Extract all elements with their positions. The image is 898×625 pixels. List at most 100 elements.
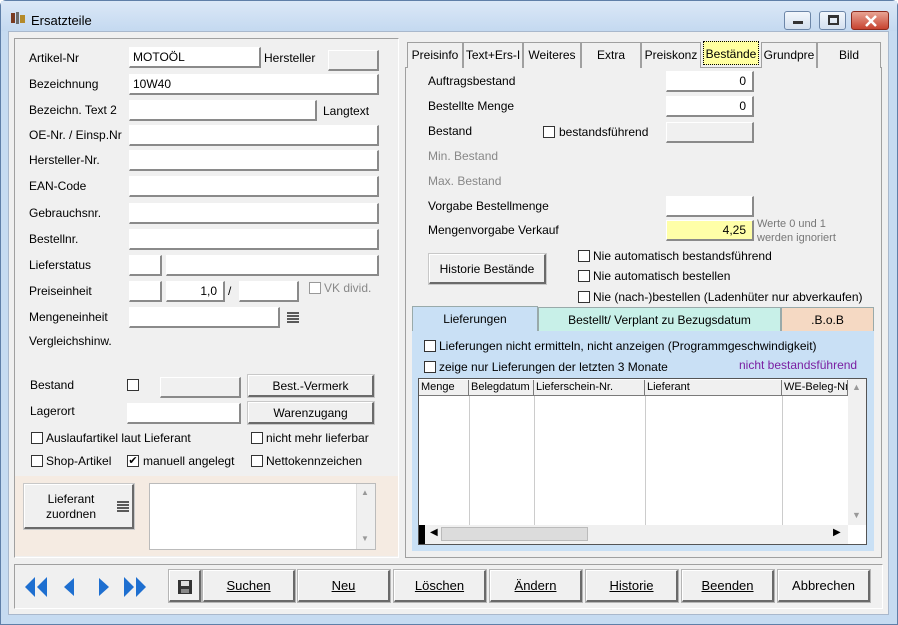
mengenvorgabe-field[interactable]: 4,25 xyxy=(666,220,754,241)
subtab-bestellt[interactable]: Bestellt/ Verplant zu Bezugsdatum xyxy=(538,307,781,331)
best-vermerk-button[interactable]: Best.-Vermerk xyxy=(247,374,375,398)
lieferstatus-text-field[interactable] xyxy=(166,255,379,276)
bestellte-menge-field[interactable]: 0 xyxy=(666,96,754,117)
lagerort-field[interactable] xyxy=(127,403,241,424)
tab-bild[interactable]: Bild xyxy=(817,42,881,68)
tab-text-ers[interactable]: Text+Ers-I xyxy=(463,42,523,68)
col-belegdatum[interactable]: Belegdatum xyxy=(469,380,534,396)
subtab-lieferungen[interactable]: Lieferungen xyxy=(412,306,538,331)
manuell-checkbox[interactable]: ✔ xyxy=(127,455,139,467)
suchen-button[interactable]: Suchen xyxy=(202,569,296,603)
scroll-left-icon[interactable]: ◀ xyxy=(430,527,438,538)
bestand-label: Bestand xyxy=(30,378,75,392)
mengenvorgabe-hint: Werte 0 und 1 werden ignoriert xyxy=(757,217,836,245)
col-lieferschein[interactable]: Lieferschein-Nr. xyxy=(534,380,645,396)
netto-checkbox[interactable] xyxy=(251,455,263,467)
lieferant-memo[interactable] xyxy=(149,483,376,550)
artikel-nr-label: Artikel-Nr xyxy=(29,51,79,65)
col-divider xyxy=(782,396,783,525)
lieferant-zuordnen-button[interactable]: Lieferant zuordnen xyxy=(23,483,135,530)
aendern-button[interactable]: Ändern xyxy=(489,569,583,603)
langtext-label[interactable]: Langtext xyxy=(323,104,369,118)
nie-auto-bestellen-checkbox[interactable] xyxy=(578,270,590,282)
scroll-up-icon[interactable]: ▲ xyxy=(361,488,369,497)
close-icon xyxy=(865,15,877,27)
hscroll-thumb[interactable] xyxy=(441,527,588,541)
nicht-lieferbar-label: nicht mehr lieferbar xyxy=(266,431,369,445)
tab-grundpreis[interactable]: Grundpre xyxy=(761,42,817,68)
historie-bestaende-button[interactable]: Historie Bestände xyxy=(428,253,547,285)
scroll-up-icon[interactable]: ▲ xyxy=(852,382,861,392)
oe-nr-field[interactable] xyxy=(129,125,379,146)
preiseinheit-code-field[interactable] xyxy=(129,281,162,302)
ean-field[interactable] xyxy=(129,176,379,197)
tab-preiskonz[interactable]: Preiskonz xyxy=(641,42,701,68)
next-record-icon[interactable] xyxy=(88,573,118,601)
window-title: Ersatzteile xyxy=(31,13,92,28)
col-we-beleg[interactable]: WE-Beleg-Nr xyxy=(782,380,848,396)
col-menge[interactable]: Menge xyxy=(419,380,469,396)
nie-nachbestellen-checkbox[interactable] xyxy=(578,291,590,303)
bestand-field[interactable] xyxy=(160,377,241,398)
preiseinheit-unit-field[interactable] xyxy=(239,281,299,302)
close-button[interactable] xyxy=(851,11,889,30)
first-record-icon[interactable] xyxy=(21,573,51,601)
auftragsbestand-label: Auftragsbestand xyxy=(428,74,516,88)
lieferungen-nicht-checkbox[interactable] xyxy=(424,340,436,352)
scroll-right-icon[interactable]: ▶ xyxy=(833,527,841,538)
lieferungen-table[interactable] xyxy=(418,378,867,545)
bestandsfuehrend-checkbox[interactable] xyxy=(543,126,555,138)
preiseinheit-field[interactable]: 1,0 xyxy=(166,281,225,302)
hersteller-nr-field[interactable] xyxy=(129,150,379,171)
bezeichnung-field[interactable]: 10W40 xyxy=(129,74,379,95)
hint-line1: Werte 0 und 1 xyxy=(757,218,826,230)
memo-scrollbar[interactable]: ▲ ▼ xyxy=(356,484,375,549)
previous-record-icon[interactable] xyxy=(55,573,85,601)
table-vscrollbar[interactable]: ▲ ▼ xyxy=(848,379,866,525)
tab-weiteres[interactable]: Weiteres xyxy=(523,42,581,68)
historie-button[interactable]: Historie xyxy=(585,569,679,603)
lieferstatus-label: Lieferstatus xyxy=(29,258,92,272)
scroll-down-icon[interactable]: ▼ xyxy=(361,534,369,543)
vorgabe-bestellmenge-field[interactable] xyxy=(666,196,754,217)
tab-extra[interactable]: Extra xyxy=(581,42,641,68)
mengeneinheit-field[interactable] xyxy=(129,307,280,328)
bestand-r-field[interactable] xyxy=(666,122,754,143)
tab-preisinfo[interactable]: Preisinfo xyxy=(407,42,463,68)
minimize-button[interactable] xyxy=(784,11,811,30)
warenzugang-button[interactable]: Warenzugang xyxy=(247,401,375,425)
tab-bestaende[interactable]: Bestände xyxy=(703,41,759,65)
last-record-icon[interactable] xyxy=(120,573,150,601)
gebrauchsnr-field[interactable] xyxy=(129,203,379,224)
artikel-nr-field[interactable]: MOTOÖL xyxy=(129,47,261,68)
loeschen-button[interactable]: Löschen xyxy=(393,569,487,603)
min-bestand-label: Min. Bestand xyxy=(428,149,499,163)
auslauf-checkbox[interactable] xyxy=(31,432,43,444)
app-icon xyxy=(11,12,25,24)
maximize-icon xyxy=(828,15,839,25)
bez-text2-field[interactable] xyxy=(129,100,317,121)
col-lieferant[interactable]: Lieferant xyxy=(645,380,782,396)
save-button[interactable] xyxy=(168,569,202,603)
neu-label: Neu xyxy=(331,578,356,593)
hint-line2: werden ignoriert xyxy=(757,232,836,244)
list-icon[interactable] xyxy=(287,312,299,323)
bestellnr-field[interactable] xyxy=(129,229,379,250)
scroll-down-icon[interactable]: ▼ xyxy=(852,510,861,520)
nicht-lieferbar-checkbox[interactable] xyxy=(251,432,263,444)
bestand-checkbox[interactable] xyxy=(127,379,139,391)
shop-checkbox[interactable] xyxy=(31,455,43,467)
maximize-button[interactable] xyxy=(819,11,846,30)
table-hscrollbar[interactable]: ◀ ▶ xyxy=(419,525,848,544)
subtab-bob[interactable]: .B.o.B xyxy=(781,307,874,331)
abbrechen-button[interactable]: Abbrechen xyxy=(777,569,871,603)
auftragsbestand-field[interactable]: 0 xyxy=(666,71,754,92)
beenden-button[interactable]: Beenden xyxy=(681,569,775,603)
letzte-3-monate-checkbox[interactable] xyxy=(424,361,436,373)
nie-auto-bestand-checkbox[interactable] xyxy=(578,250,590,262)
bestandsfuehrend-label: bestandsführend xyxy=(559,125,649,139)
lieferstatus-code-field[interactable] xyxy=(129,255,162,276)
hersteller-field[interactable] xyxy=(328,50,379,71)
vk-divid-checkbox[interactable] xyxy=(309,282,321,294)
neu-button[interactable]: Neu xyxy=(297,569,391,603)
